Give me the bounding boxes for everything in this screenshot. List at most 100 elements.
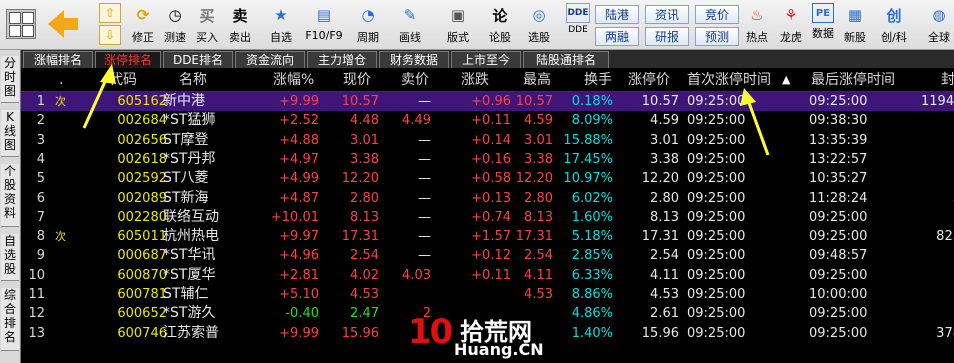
page-updown-buttons[interactable]: ⇧ ⇩ [96, 3, 124, 47]
cell-n: 9 [36, 248, 45, 264]
tab-northbound-rank[interactable]: 陆股通排名 [523, 51, 609, 68]
col-code[interactable]: 代码 [109, 70, 137, 90]
col-ask[interactable]: 卖价 [401, 70, 429, 90]
table-row[interactable]: 11 600781 ST辅仁 +5.10 4.53 4.53 8.86% 4.53 09:25:… [21, 285, 954, 304]
menu-grid-icon[interactable] [6, 9, 36, 39]
col-name[interactable]: 名称 [179, 70, 207, 90]
table-row[interactable]: 6 002089 ST新海 +4.87 2.80— +0.13 2.80 6.02% 2.80 0… [21, 189, 954, 208]
stock-pick-button[interactable]: ◎ 选股 [522, 2, 556, 47]
cell-code: 002684 [117, 113, 167, 129]
gem-button[interactable]: 创 创/科 [874, 2, 914, 47]
up-arrow-icon[interactable]: ⇧ [99, 3, 121, 23]
col-first-limit-time[interactable]: 首次涨停时间 [687, 70, 771, 90]
col-limit-price[interactable]: 涨停价 [628, 70, 670, 90]
f10-button[interactable]: ▤ F10/F9 [302, 2, 346, 47]
watermark-en: Huang.CN [454, 340, 544, 359]
test-speed-button[interactable]: ◷ 测速 [160, 2, 190, 47]
left-tab-watchlist[interactable]: 自选股 [1, 234, 19, 281]
bid-button[interactable]: 竞价 [695, 5, 739, 24]
layout-button[interactable]: ▣ 版式 [440, 2, 476, 47]
cell-turn: 8.09% [571, 113, 613, 129]
tab-main-increase[interactable]: 主力增仓 [307, 51, 377, 68]
cell-last: 13:35:39 [809, 132, 868, 148]
cell-n: 4 [36, 151, 45, 167]
table-row[interactable]: 7 002280 联络互动 +10.01 8.13— +0.74 8.13 1.60% 8.13… [21, 208, 954, 227]
cell-limit: 4.53 [650, 287, 679, 302]
tab-limitup-rank[interactable]: 涨停排名 [95, 51, 161, 68]
left-tab-profile[interactable]: 个股资料 [1, 164, 19, 227]
col-last-limit-time[interactable]: 最后涨停时间 [811, 70, 895, 90]
cell-first: 09:25:00 [687, 248, 746, 264]
sort-asc-icon[interactable]: ▲ [782, 70, 790, 90]
cell-pct: +9.99 [279, 94, 319, 109]
dragon-button[interactable]: ⚘ 龙虎 [776, 2, 806, 47]
cell-n: 7 [36, 209, 45, 225]
forum-button[interactable]: 论 论股 [484, 2, 516, 47]
left-tab-timeshare[interactable]: 分时图 [1, 56, 19, 103]
table-header: . 代码 名称 涨幅% 现价 卖价 涨跌 最高 换手 涨停价 首次涨停时间 ▲ … [21, 69, 954, 92]
research-button[interactable]: 研报 [645, 27, 689, 46]
cell-price: 17.31 [341, 229, 379, 245]
table-row[interactable]: 1 次 605162 新中港 +9.99 10.57— +0.96 10.57 0.18% 10.… [21, 92, 954, 111]
left-tab-ranking[interactable]: 综合排名 [1, 288, 19, 351]
table-row[interactable]: 10 600870 *ST厦华 +2.81 4.02 4.03 +0.11 4.11 6.33%… [21, 266, 954, 285]
table-row[interactable]: 8 次 605011 杭州热电 +9.97 17.31— +1.57 17.31 5.18% 17… [21, 227, 954, 246]
tab-dde-rank[interactable]: DDE排名 [163, 51, 233, 68]
table-row[interactable]: 2 002684 *ST猛狮 +2.52 4.48 4.49 +0.11 4.59 8.09% 4… [21, 111, 954, 130]
global-button[interactable]: ◍ 全球 [924, 2, 954, 47]
cell-ask: — [418, 151, 431, 167]
cell-price: 4.48 [350, 113, 379, 129]
cell-price: 3.01 [350, 132, 379, 148]
cell-limit: 8.13 [650, 209, 679, 225]
predict-button[interactable]: 预测 [695, 27, 739, 46]
period-button[interactable]: ◔ 周期 [350, 2, 386, 47]
back-arrow-icon[interactable] [48, 10, 78, 38]
data-button[interactable]: PE 数据 [808, 2, 838, 47]
news-button[interactable]: 资讯 [645, 5, 689, 24]
buy-button[interactable]: 买 买入 [193, 2, 221, 47]
cell-seal: 1 [921, 285, 954, 304]
twofin-button[interactable]: 两融 [595, 27, 639, 46]
tab-financial[interactable]: 财务数据 [379, 51, 449, 68]
col-pct[interactable]: 涨幅% [273, 70, 314, 90]
cell-last: 09:25:00 [809, 267, 868, 283]
table-row[interactable]: 3 002656 ST摩登 +4.88 3.01— +0.14 3.01 15.88% 3.01… [21, 131, 954, 150]
col-price[interactable]: 现价 [343, 70, 371, 90]
col-seal[interactable]: 封 [941, 70, 954, 90]
ludang-button[interactable]: 陆港 [595, 5, 639, 24]
pe-icon: PE [812, 3, 834, 23]
cell-last: 09:25:00 [809, 94, 868, 109]
cell-price: 2.80 [350, 190, 379, 206]
cell-turn: 5.18% [571, 229, 613, 245]
col-high[interactable]: 最高 [523, 70, 551, 90]
cell-name: 联络互动 [163, 208, 219, 225]
cell-name: ST新海 [163, 189, 209, 206]
tab-fund-flow[interactable]: 资金流向 [235, 51, 305, 68]
cell-ask: — [418, 229, 431, 245]
table-row[interactable]: 4 002618 *ST丹邦 +4.97 3.38— +0.16 3.38 17.45% 3.3… [21, 150, 954, 169]
pencil-icon: ✎ [403, 6, 417, 24]
draw-line-button[interactable]: ✎ 画线 [393, 2, 427, 47]
fix-button[interactable]: ⟳ 修正 [128, 2, 158, 47]
cell-pct: +9.99 [279, 325, 319, 341]
newshare-button[interactable]: ▦ 新股 [840, 2, 870, 47]
col-turnover[interactable]: 换手 [584, 70, 612, 90]
cell-price: 2.47 [350, 306, 379, 322]
cell-ask: — [418, 94, 431, 109]
sell-button[interactable]: 卖 卖出 [226, 2, 254, 47]
cell-limit: 12.20 [641, 171, 679, 187]
table-row[interactable]: 9 000687 *ST华讯 +4.96 2.54— +0.12 2.54 2.85% 2.54… [21, 246, 954, 265]
cell-code: 600746 [117, 325, 167, 341]
tab-gain-rank[interactable]: 涨幅排名 [23, 51, 93, 68]
col-chg[interactable]: 涨跌 [461, 70, 489, 90]
tab-since-listing[interactable]: 上市至今 [451, 51, 521, 68]
cell-seal: 1 [921, 246, 954, 265]
cell-pct: +2.52 [279, 113, 319, 129]
table-row[interactable]: 5 002592 ST八菱 +4.99 12.20— +0.58 12.20 10.97% 12… [21, 169, 954, 188]
dde-button[interactable]: DDE DDE [563, 2, 593, 47]
cell-name: 杭州热电 [163, 228, 219, 245]
down-arrow-icon[interactable]: ⇩ [99, 25, 121, 45]
watchlist-button[interactable]: ★ 自选 [264, 2, 298, 47]
left-tab-kline[interactable]: K线图 [1, 110, 19, 157]
hot-button[interactable]: ♨ 热点 [742, 2, 772, 47]
